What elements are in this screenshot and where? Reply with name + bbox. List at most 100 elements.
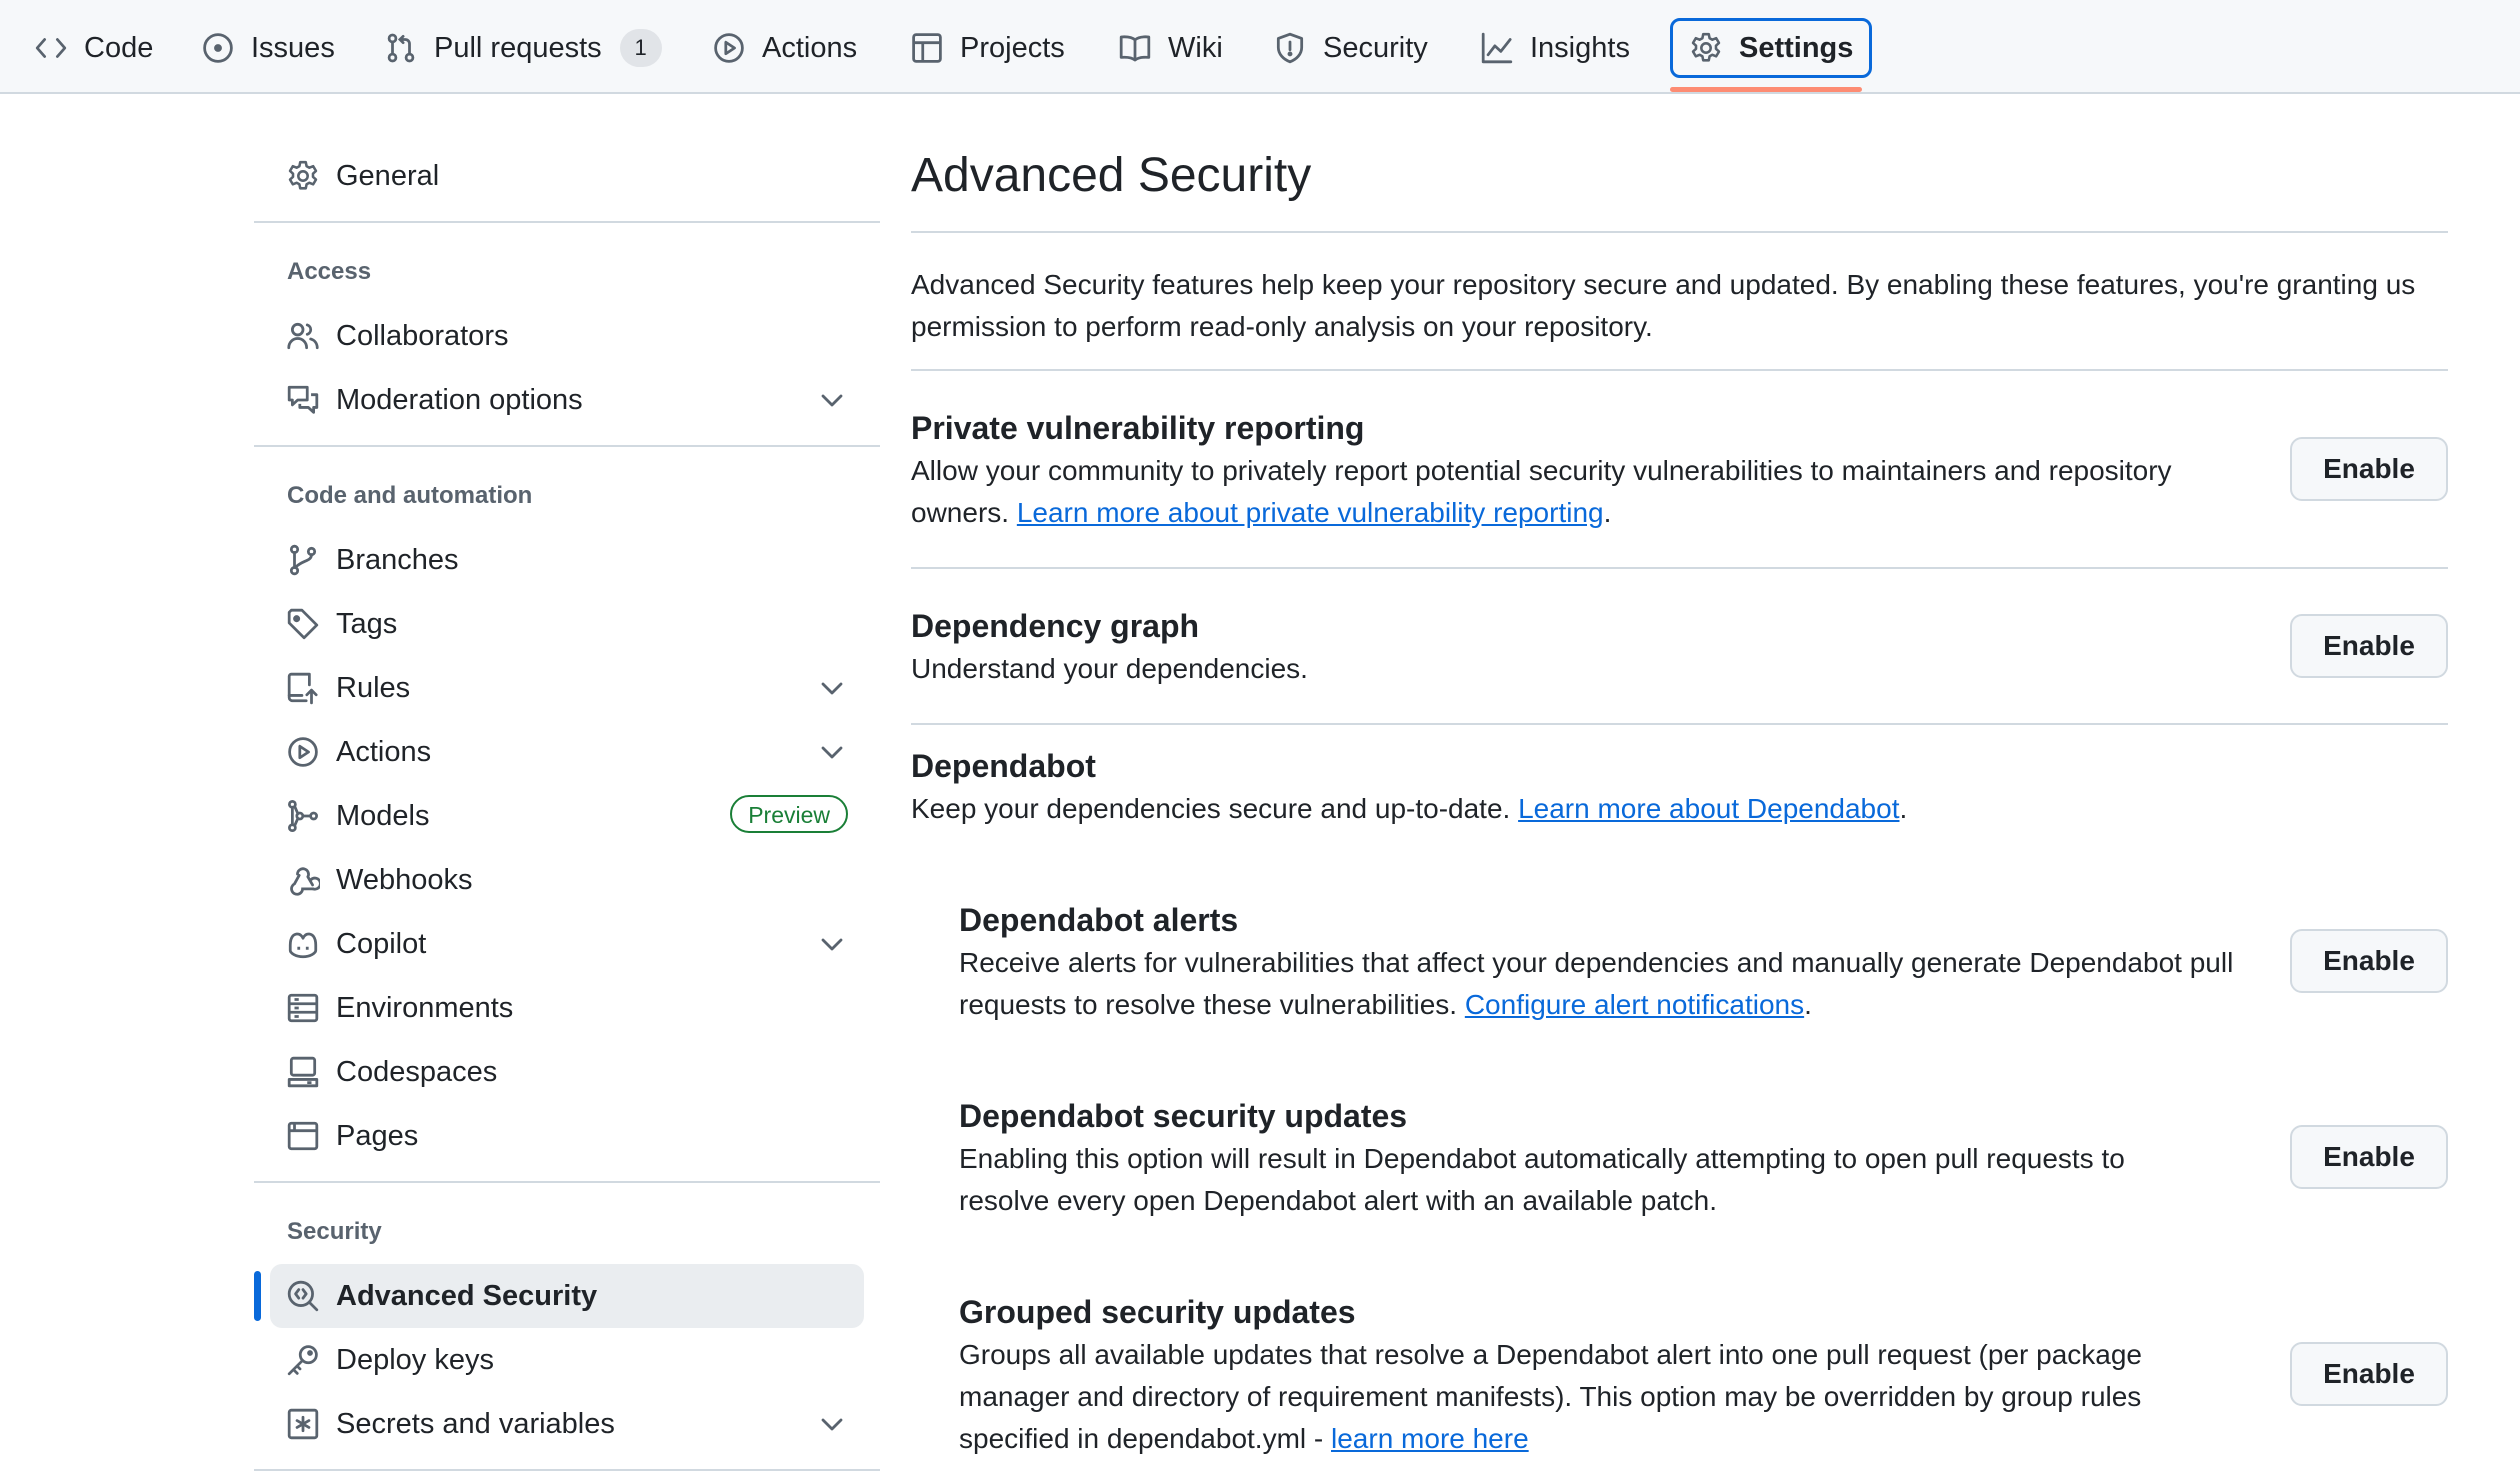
section-divider bbox=[911, 369, 2448, 371]
tag-icon bbox=[287, 608, 319, 640]
repo-push-icon bbox=[287, 672, 318, 705]
sidebar-item-label: Rules bbox=[336, 671, 411, 704]
chevron-down-icon bbox=[821, 682, 843, 695]
sidebar-item-branches[interactable]: Branches bbox=[270, 528, 864, 592]
sidebar-item-label: Models bbox=[336, 799, 430, 832]
learn-more-dependabot-link[interactable]: Learn more about Dependabot bbox=[1518, 793, 1899, 824]
learn-more-pvr-link[interactable]: Learn more about private vulnerability r… bbox=[1017, 497, 1604, 528]
tab-issues[interactable]: Issues bbox=[185, 18, 351, 78]
sidebar-item-label: Moderation options bbox=[336, 383, 583, 416]
feature-private-vulnerability-reporting: Private vulnerability reporting Allow yo… bbox=[911, 406, 2241, 534]
tab-wiki[interactable]: Wiki bbox=[1102, 18, 1239, 78]
sidebar-item-label: Deploy keys bbox=[336, 1343, 494, 1376]
enable-private-vulnerability-reporting-button[interactable]: Enable bbox=[2290, 437, 2448, 501]
configure-alert-notifications-link[interactable]: Configure alert notifications bbox=[1465, 989, 1804, 1020]
sidebar-item-label: Tags bbox=[336, 607, 398, 640]
section-divider bbox=[911, 723, 2448, 725]
chevron-down-icon bbox=[821, 746, 843, 759]
sidebar-item-environments[interactable]: Environments bbox=[270, 976, 864, 1040]
feature-description: Understand your dependencies. bbox=[911, 653, 1308, 684]
comment-discussion-icon bbox=[287, 385, 319, 414]
shield-icon bbox=[1276, 32, 1304, 64]
sidebar-item-general[interactable]: General bbox=[270, 144, 864, 208]
play-icon bbox=[714, 33, 744, 63]
section-divider bbox=[911, 567, 2448, 569]
feature-dependabot-alerts: Dependabot alerts Receive alerts for vul… bbox=[959, 898, 2249, 1026]
tab-code[interactable]: Code bbox=[18, 18, 169, 78]
feature-description: Enabling this option will result in Depe… bbox=[959, 1143, 2125, 1216]
sidebar-divider bbox=[254, 1181, 880, 1183]
sidebar-item-tags[interactable]: Tags bbox=[270, 592, 864, 656]
tab-label: Actions bbox=[762, 31, 858, 64]
tab-label: Wiki bbox=[1168, 31, 1223, 64]
description-suffix: . bbox=[1804, 989, 1812, 1020]
sidebar-item-label: Webhooks bbox=[336, 863, 473, 896]
sidebar-item-pages[interactable]: Pages bbox=[270, 1104, 864, 1168]
feature-description: Allow your community to privately report… bbox=[911, 450, 2241, 534]
learn-more-grouped-updates-link[interactable]: learn more here bbox=[1331, 1423, 1529, 1454]
sidebar-heading-security: Security bbox=[287, 1218, 382, 1245]
sidebar-item-label: General bbox=[336, 159, 440, 192]
feature-dependabot: Dependabot Keep your dependencies secure… bbox=[911, 744, 2448, 830]
sidebar-item-label: Actions bbox=[336, 735, 432, 768]
selected-tab-indicator bbox=[1670, 87, 1862, 92]
gear-icon bbox=[1691, 32, 1721, 62]
codespaces-icon bbox=[287, 1056, 319, 1088]
enable-grouped-security-updates-button[interactable]: Enable bbox=[2290, 1342, 2448, 1406]
sidebar-item-label: Pages bbox=[336, 1119, 419, 1152]
active-item-indicator bbox=[254, 1271, 261, 1321]
play-icon bbox=[288, 737, 318, 767]
graph-icon bbox=[1481, 32, 1513, 64]
feature-title: Dependabot security updates bbox=[959, 1098, 1408, 1134]
ai-model-icon bbox=[288, 799, 318, 833]
sidebar-item-codespaces[interactable]: Codespaces bbox=[270, 1040, 864, 1104]
git-pull-request-icon bbox=[387, 33, 415, 63]
enable-dependabot-alerts-button[interactable]: Enable bbox=[2290, 929, 2448, 993]
tab-security[interactable]: Security bbox=[1257, 18, 1444, 78]
feature-title: Dependency graph bbox=[911, 608, 1200, 644]
title-divider bbox=[911, 231, 2448, 233]
feature-title: Private vulnerability reporting bbox=[911, 410, 1365, 446]
copilot-icon bbox=[288, 932, 318, 959]
sidebar-item-moderation-options[interactable]: Moderation options bbox=[270, 368, 864, 432]
sidebar-divider bbox=[254, 445, 880, 447]
webhook-icon bbox=[290, 867, 320, 896]
description-suffix: . bbox=[1899, 793, 1908, 824]
feature-description: Receive alerts for vulnerabilities that … bbox=[959, 942, 2249, 1026]
sidebar-item-webhooks[interactable]: Webhooks bbox=[270, 848, 864, 912]
issue-opened-icon bbox=[203, 33, 233, 63]
book-icon bbox=[1119, 35, 1151, 62]
tab-label: Security bbox=[1323, 31, 1428, 64]
sidebar-item-copilot[interactable]: Copilot bbox=[270, 912, 864, 976]
tab-insights[interactable]: Insights bbox=[1464, 18, 1646, 78]
tab-label: Insights bbox=[1530, 31, 1630, 64]
tab-pull-requests[interactable]: Pull requests 1 bbox=[368, 18, 678, 78]
feature-description: Groups all available updates that resolv… bbox=[959, 1334, 2219, 1460]
feature-grouped-security-updates: Grouped security updates Groups all avai… bbox=[959, 1290, 2219, 1460]
sidebar-item-collaborators[interactable]: Collaborators bbox=[270, 304, 864, 368]
sidebar-item-actions[interactable]: Actions bbox=[270, 720, 864, 784]
key-icon bbox=[287, 1345, 318, 1376]
sidebar-item-rules[interactable]: Rules bbox=[270, 656, 864, 720]
sidebar-item-advanced-security[interactable]: Advanced Security bbox=[270, 1264, 864, 1328]
sidebar-heading-access: Access bbox=[287, 258, 372, 285]
sidebar-item-label: Collaborators bbox=[336, 319, 509, 352]
sidebar-item-deploy-keys[interactable]: Deploy keys bbox=[270, 1328, 864, 1392]
sidebar-heading-code-automation: Code and automation bbox=[287, 482, 533, 509]
feature-title: Dependabot alerts bbox=[959, 902, 1239, 938]
tab-projects[interactable]: Projects bbox=[894, 18, 1081, 78]
gear-icon bbox=[288, 160, 318, 190]
feature-title: Dependabot bbox=[911, 748, 1096, 784]
sidebar-item-secrets-variables[interactable]: Secrets and variables bbox=[270, 1392, 864, 1456]
pull-request-count: 1 bbox=[619, 29, 662, 67]
tab-settings[interactable]: Settings bbox=[1670, 18, 1873, 78]
enable-dependabot-security-updates-button[interactable]: Enable bbox=[2290, 1125, 2448, 1189]
sidebar-item-models[interactable]: Models Preview bbox=[270, 784, 864, 848]
enable-dependency-graph-button[interactable]: Enable bbox=[2290, 614, 2448, 678]
sidebar-item-label: Copilot bbox=[336, 927, 427, 960]
tab-actions[interactable]: Actions bbox=[696, 18, 873, 78]
feature-dependabot-security-updates: Dependabot security updates Enabling thi… bbox=[959, 1094, 2219, 1222]
tab-label: Settings bbox=[1739, 31, 1854, 64]
sidebar-divider bbox=[254, 221, 880, 223]
sidebar-item-label: Secrets and variables bbox=[336, 1407, 615, 1440]
